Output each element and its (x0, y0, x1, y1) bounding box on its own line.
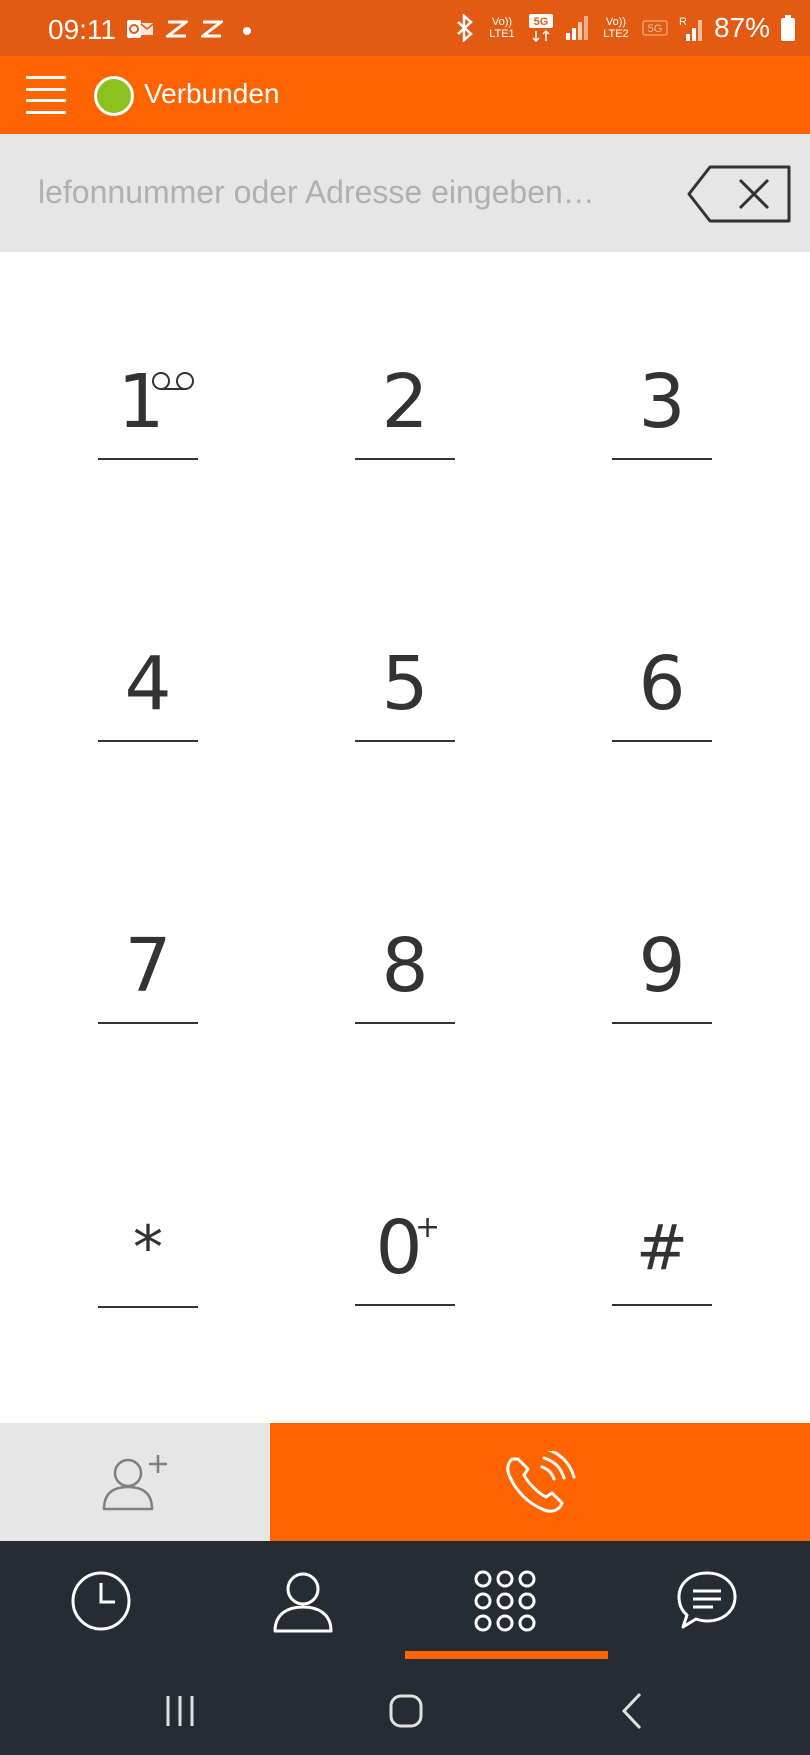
5g-inactive-icon: 5G (642, 20, 668, 36)
key-underline (98, 1306, 198, 1308)
connection-status-icon (94, 76, 134, 116)
recent-apps-icon[interactable] (150, 1688, 210, 1734)
bluetooth-icon (457, 14, 473, 42)
key-4[interactable]: 4 (98, 632, 198, 742)
voicemail-icon (152, 372, 194, 390)
outlook-icon (127, 20, 154, 38)
nav-contacts[interactable] (202, 1541, 404, 1666)
key-1[interactable]: 1 (98, 350, 198, 460)
key-underline (612, 458, 712, 460)
key-7[interactable]: 7 (98, 914, 198, 1024)
signal-icon-sim1 (565, 16, 588, 40)
key-0[interactable]: 0 + (355, 1196, 455, 1306)
5g-icon: 5G (528, 14, 553, 43)
key-3[interactable]: 3 (612, 350, 712, 460)
nav-history[interactable] (0, 1541, 202, 1666)
call-button[interactable] (270, 1423, 810, 1541)
status-bar: 09:11 Vo)) LTE1 5G Vo)) LTE2 5G R 87% (0, 0, 810, 56)
key-0-plus: + (415, 1210, 441, 1245)
system-navigation-bar (0, 1666, 810, 1755)
backspace-button[interactable] (686, 164, 792, 224)
status-time: 09:11 (48, 14, 116, 45)
key-underline (355, 1304, 455, 1306)
menu-icon-line (26, 110, 66, 114)
nav-dialpad[interactable] (404, 1541, 606, 1666)
key-9-label: 9 (638, 923, 686, 1009)
menu-icon-line (26, 99, 66, 103)
svg-text:R: R (679, 16, 687, 28)
key-underline (612, 1022, 712, 1024)
nav-active-indicator (405, 1651, 608, 1659)
key-star[interactable]: * (98, 1198, 198, 1308)
menu-button[interactable] (24, 74, 68, 116)
battery-icon (781, 15, 795, 41)
sim2-label: Vo)) LTE2 (603, 16, 629, 40)
key-hash[interactable]: # (612, 1196, 712, 1306)
bottom-navigation (0, 1541, 810, 1666)
key-6[interactable]: 6 (612, 632, 712, 742)
chat-icon (677, 1571, 737, 1629)
phone-number-input[interactable] (38, 164, 658, 220)
sim1-label: Vo)) LTE1 (489, 16, 515, 40)
key-4-label: 4 (124, 641, 172, 727)
key-8[interactable]: 8 (355, 914, 455, 1024)
history-icon (71, 1571, 131, 1631)
zendesk-icon (201, 20, 223, 38)
key-underline (98, 458, 198, 460)
menu-icon-line (26, 76, 66, 79)
key-underline (355, 1022, 455, 1024)
key-6-label: 6 (638, 641, 686, 727)
key-2-label: 2 (381, 359, 429, 445)
key-7-label: 7 (124, 923, 172, 1009)
key-5[interactable]: 5 (355, 632, 455, 742)
dot-icon (243, 27, 251, 35)
connection-status-label: Verbunden (144, 78, 280, 109)
back-icon[interactable] (604, 1688, 664, 1734)
key-star-label: * (133, 1213, 163, 1283)
key-5-label: 5 (381, 641, 429, 727)
key-underline (98, 740, 198, 742)
key-8-label: 8 (381, 923, 429, 1009)
key-3-label: 3 (638, 359, 686, 445)
svg-text:5G: 5G (534, 16, 549, 28)
home-icon[interactable] (376, 1688, 436, 1734)
signal-icon-sim2-roaming: R (679, 16, 702, 41)
key-hash-label: # (636, 1211, 688, 1284)
dial-input-bar (0, 134, 810, 252)
svg-text:5G: 5G (648, 23, 663, 35)
key-underline (98, 1022, 198, 1024)
nav-chat[interactable] (606, 1541, 808, 1666)
add-contact-button[interactable] (0, 1423, 270, 1541)
contacts-icon (273, 1572, 333, 1633)
call-icon (506, 1451, 576, 1513)
battery-percent: 87% (713, 12, 770, 43)
zendesk-icon (166, 20, 188, 38)
menu-icon-line (26, 87, 66, 91)
status-indicators: Vo)) LTE1 5G Vo)) LTE2 5G R 87% (454, 12, 796, 44)
key-underline (612, 1304, 712, 1306)
add-contact-icon (102, 1455, 167, 1511)
key-underline (612, 740, 712, 742)
key-underline (355, 458, 455, 460)
key-underline (355, 740, 455, 742)
key-9[interactable]: 9 (612, 914, 712, 1024)
dialpad-icon (474, 1570, 536, 1632)
key-2[interactable]: 2 (355, 350, 455, 460)
app-bar: Verbunden (0, 56, 810, 134)
